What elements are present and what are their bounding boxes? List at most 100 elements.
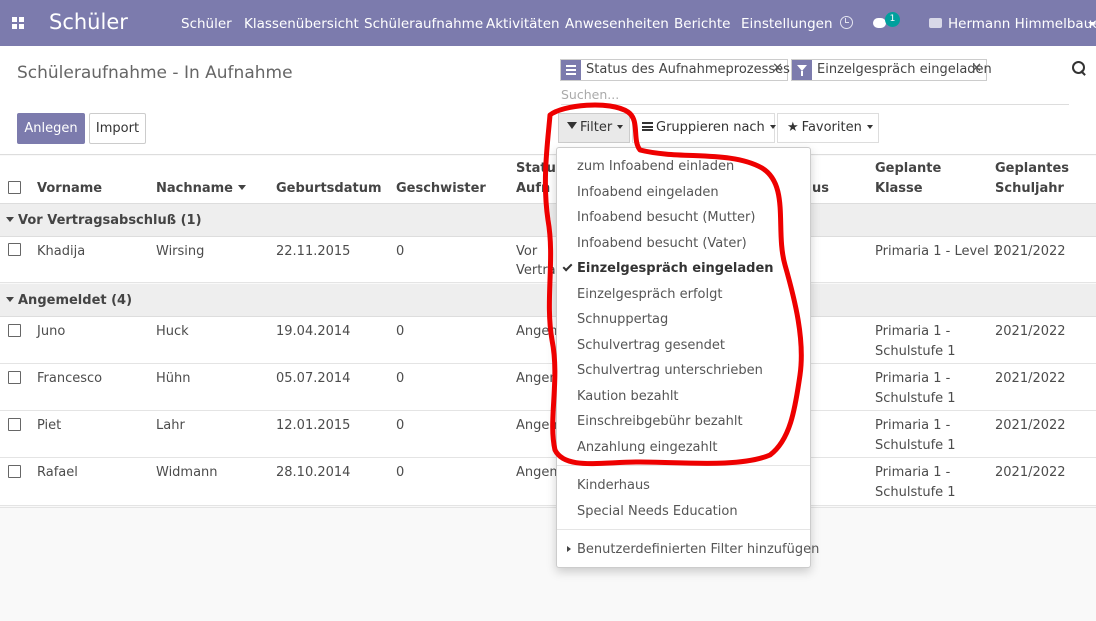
- page-title: Schüleraufnahme - In Aufnahme: [17, 63, 293, 83]
- cell-geburtsdatum: 12.01.2015: [276, 418, 351, 433]
- group-label: Vor Vertragsabschluß (1): [18, 213, 202, 228]
- menu-item-berichte[interactable]: Berichte: [674, 16, 730, 32]
- cell-schuljahr: 2021/2022: [995, 324, 1066, 339]
- menu-item-schueler[interactable]: Schüler: [181, 16, 232, 32]
- row-checkbox[interactable]: [8, 418, 21, 431]
- group-by-button-label: Gruppieren nach: [656, 120, 765, 135]
- filter-option-selected[interactable]: Einzelgespräch eingeladen: [557, 256, 810, 281]
- filter-option-kinderhaus[interactable]: Kinderhaus: [557, 473, 810, 498]
- cell-geschwister: 0: [396, 418, 405, 433]
- filter-dropdown-button[interactable]: Filter: [558, 113, 630, 143]
- filter-dropdown-menu: zum Infoabend einladen Infoabend eingela…: [556, 147, 819, 568]
- facet-label: Einzelgespräch eingeladen: [817, 62, 992, 77]
- filter-icon: [567, 122, 577, 129]
- cell-klasse-line1: Primaria 1 -: [875, 324, 951, 339]
- group-row[interactable]: Angemeldet (4): [0, 284, 1096, 317]
- menu-item-einstellungen[interactable]: Einstellungen: [741, 16, 833, 32]
- caret-down-icon: [617, 125, 624, 129]
- table-row[interactable]: Piet Lahr 12.01.2015 0 Angem Primaria 1 …: [0, 411, 1096, 458]
- cell-vorname: Rafael: [37, 465, 78, 480]
- user-avatar-icon[interactable]: [929, 18, 942, 28]
- filter-option[interactable]: Schnuppertag: [557, 307, 810, 332]
- cell-status-line1: Vor: [516, 244, 538, 259]
- row-checkbox[interactable]: [8, 243, 21, 256]
- group-row[interactable]: Vor Vertragsabschluß (1): [0, 204, 1096, 237]
- column-header-schuljahr-line2[interactable]: Schuljahr: [995, 181, 1064, 196]
- group-by-icon: [561, 60, 581, 80]
- column-header-klasse-line2[interactable]: Klasse: [875, 181, 923, 196]
- cell-klasse-line1: Primaria 1 -: [875, 418, 951, 433]
- app-brand[interactable]: Schüler: [49, 10, 128, 34]
- filter-option[interactable]: Infoabend besucht (Mutter): [557, 205, 810, 230]
- column-header-nachname[interactable]: Nachname: [156, 181, 247, 196]
- facet-label: Status des Aufnahmeprozesses: [586, 62, 790, 77]
- caret-down-icon: [6, 217, 14, 222]
- table-row[interactable]: Juno Huck 19.04.2014 0 Angem Primaria 1 …: [0, 317, 1096, 364]
- column-header-status-line2[interactable]: Aufn: [516, 181, 550, 196]
- remove-facet-icon[interactable]: ✕: [772, 61, 783, 76]
- remove-facet-icon[interactable]: ✕: [971, 61, 982, 76]
- top-navbar: Schüler Schüler Klassenübersicht Schüler…: [0, 0, 1096, 46]
- favorites-dropdown-button[interactable]: ★ Favoriten: [777, 113, 879, 143]
- table-row[interactable]: Rafael Widmann 28.10.2014 0 Angem Primar…: [0, 458, 1096, 506]
- user-menu[interactable]: Hermann Himmelbauer: [948, 16, 1096, 32]
- column-header-partial[interactable]: us: [812, 181, 829, 196]
- column-header-schuljahr-line1[interactable]: Geplantes: [995, 161, 1069, 176]
- group-by-icon: [642, 122, 653, 131]
- sort-desc-icon: [238, 185, 247, 190]
- filter-option[interactable]: Einschreibgebühr bezahlt: [557, 409, 810, 434]
- row-checkbox[interactable]: [8, 324, 21, 337]
- search-input[interactable]: [561, 85, 1069, 105]
- cell-nachname: Wirsing: [156, 244, 205, 259]
- column-header-klasse-line1[interactable]: Geplante: [875, 161, 941, 176]
- group-by-dropdown-button[interactable]: Gruppieren nach: [632, 113, 776, 143]
- add-custom-filter[interactable]: Benutzerdefinierten Filter hinzufügen: [557, 537, 819, 562]
- filter-option[interactable]: Schulvertrag gesendet: [557, 333, 810, 358]
- cell-klasse-line2: Schulstufe 1: [875, 391, 956, 406]
- filter-option[interactable]: Einzelgespräch erfolgt: [557, 282, 810, 307]
- menu-item-klassenuebersicht[interactable]: Klassenübersicht: [244, 16, 359, 32]
- filter-option[interactable]: zum Infoabend einladen: [557, 154, 810, 179]
- menu-item-anwesenheiten[interactable]: Anwesenheiten: [565, 16, 669, 32]
- filter-option-special-needs[interactable]: Special Needs Education: [557, 499, 810, 524]
- row-checkbox[interactable]: [8, 371, 21, 384]
- star-icon: ★: [787, 120, 799, 135]
- filter-option[interactable]: Kaution bezahlt: [557, 384, 810, 409]
- filter-option[interactable]: Infoabend eingeladen: [557, 180, 810, 205]
- filter-option[interactable]: Anzahlung eingezahlt: [557, 435, 810, 460]
- group-label: Angemeldet (4): [18, 293, 133, 308]
- cell-klasse: Primaria 1 - Level 1: [875, 244, 1002, 259]
- column-header-vorname[interactable]: Vorname: [37, 181, 102, 196]
- messages-badge: 1: [885, 12, 900, 27]
- activity-clock-icon[interactable]: [840, 16, 853, 29]
- cell-schuljahr: 2021/2022: [995, 465, 1066, 480]
- cell-geschwister: 0: [396, 371, 405, 386]
- cell-nachname: Hühn: [156, 371, 191, 386]
- cell-schuljahr: 2021/2022: [995, 371, 1066, 386]
- menu-item-aktivitaeten[interactable]: Aktivitäten: [486, 16, 560, 32]
- select-all-checkbox[interactable]: [8, 181, 21, 194]
- facet-filter[interactable]: Einzelgespräch eingeladen ✕: [791, 59, 992, 81]
- cell-nachname: Widmann: [156, 465, 218, 480]
- filter-option[interactable]: Schulvertrag unterschrieben: [557, 358, 810, 383]
- column-header-geburtsdatum[interactable]: Geburtsdatum: [276, 181, 382, 196]
- filter-option[interactable]: Infoabend besucht (Vater): [557, 231, 810, 256]
- user-caret-icon[interactable]: [1088, 22, 1096, 26]
- cell-vorname: Francesco: [37, 371, 103, 386]
- apps-menu-icon[interactable]: [12, 17, 24, 29]
- row-checkbox[interactable]: [8, 465, 21, 478]
- menu-item-schueleraufnahme[interactable]: Schüleraufnahme: [364, 16, 483, 32]
- create-button[interactable]: Anlegen: [17, 113, 85, 144]
- import-button[interactable]: Import: [89, 113, 146, 144]
- caret-down-icon: [866, 125, 873, 129]
- cell-geburtsdatum: 05.07.2014: [276, 371, 351, 386]
- facet-group-by[interactable]: Status des Aufnahmeprozesses ✕: [560, 59, 790, 81]
- search-icon[interactable]: [1072, 61, 1086, 75]
- cell-vorname: Juno: [37, 324, 66, 339]
- dropdown-divider: [557, 529, 810, 530]
- search-box: Status des Aufnahmeprozesses ✕ Einzelges…: [556, 56, 1094, 108]
- table-row[interactable]: Khadija Wirsing 22.11.2015 0 Vor Vertra …: [0, 237, 1096, 283]
- table-row[interactable]: Francesco Hühn 05.07.2014 0 Angem Primar…: [0, 364, 1096, 411]
- cell-geburtsdatum: 22.11.2015: [276, 244, 351, 259]
- column-header-geschwister[interactable]: Geschwister: [396, 181, 486, 196]
